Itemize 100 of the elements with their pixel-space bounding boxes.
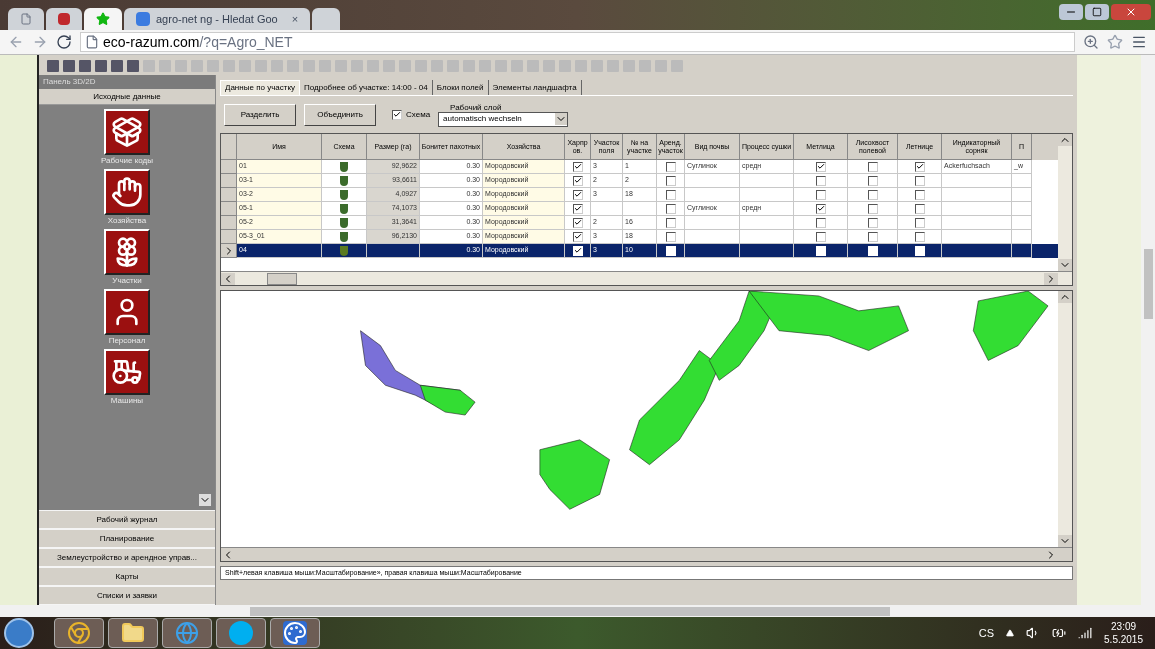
checkbox[interactable]: [815, 203, 826, 214]
checkbox[interactable]: [914, 175, 925, 186]
shield-icon: [340, 203, 348, 214]
checkbox[interactable]: [867, 161, 878, 172]
chat-app-icon: [229, 621, 253, 645]
globe-icon: [175, 621, 199, 645]
checkbox[interactable]: [867, 217, 878, 228]
checkbox[interactable]: [665, 203, 676, 214]
checkbox[interactable]: [572, 231, 583, 242]
taskbar-button[interactable]: [54, 618, 104, 648]
checkbox[interactable]: [665, 189, 676, 200]
checkbox[interactable]: [392, 109, 402, 120]
checkbox[interactable]: [867, 231, 878, 242]
layer-dropdown[interactable]: automatisch wechseln: [438, 111, 569, 127]
checkbox[interactable]: [867, 203, 878, 214]
menu-icon[interactable]: [1131, 34, 1147, 50]
scroll-down-icon[interactable]: [1058, 535, 1072, 547]
action-button[interactable]: Разделить: [224, 103, 296, 126]
sidebar-tile[interactable]: [104, 229, 150, 275]
scroll-down-icon[interactable]: [199, 494, 211, 506]
sidebar-tile[interactable]: [104, 349, 150, 395]
clock[interactable]: 23:09 5.5.2015: [1104, 620, 1143, 646]
browser-tab[interactable]: agro-net ng - Hledat Goo ×: [124, 8, 311, 30]
scroll-down-icon[interactable]: [1058, 259, 1072, 271]
section-header[interactable]: Планирование: [39, 529, 215, 548]
reload-icon[interactable]: [56, 34, 72, 50]
tile-label: Участки: [112, 275, 142, 287]
checkbox[interactable]: [914, 161, 925, 172]
checkbox[interactable]: [665, 161, 676, 172]
check-icon: [816, 162, 825, 171]
box-icon: [111, 116, 143, 148]
folder-icon: [121, 621, 145, 645]
sidebar-tile[interactable]: [104, 169, 150, 215]
taskbar-button[interactable]: [108, 618, 158, 648]
tab[interactable]: Данные по участку: [220, 80, 300, 95]
section-header[interactable]: Списки и заявки: [39, 586, 215, 605]
maximize-icon: [1092, 7, 1102, 17]
taskbar-button[interactable]: [270, 618, 320, 648]
checkbox[interactable]: [867, 189, 878, 200]
close-icon: [1125, 6, 1137, 18]
check-icon: [915, 162, 924, 171]
checkbox[interactable]: [914, 203, 925, 214]
browser-tab[interactable]: [312, 8, 341, 30]
shield-icon: [340, 161, 348, 172]
checkbox[interactable]: [572, 161, 583, 172]
zoom-icon[interactable]: [1083, 34, 1099, 50]
section-header[interactable]: Землеустройство и арендное управ...: [39, 548, 215, 567]
scroll-left-icon[interactable]: [221, 272, 235, 285]
checkbox[interactable]: [665, 231, 676, 242]
field-label: Рабочий слой: [450, 102, 503, 112]
horizontal-scrollbar[interactable]: [221, 547, 1072, 561]
checkbox[interactable]: [572, 189, 583, 200]
checkbox[interactable]: [815, 189, 826, 200]
maximize-button[interactable]: [1085, 4, 1109, 20]
signal-icon[interactable]: [1078, 626, 1093, 640]
page-horizontal-scrollbar[interactable]: [0, 605, 1155, 617]
start-button[interactable]: [4, 618, 34, 648]
checkbox[interactable]: [914, 231, 925, 242]
checkbox[interactable]: [914, 189, 925, 200]
section-header[interactable]: Рабочий журнал: [39, 510, 215, 529]
language-indicator[interactable]: CS: [978, 624, 995, 642]
checkbox[interactable]: [572, 175, 583, 186]
tile-label: Персонал: [108, 335, 146, 347]
checkbox[interactable]: [815, 231, 826, 242]
scroll-up-icon[interactable]: [1058, 134, 1072, 146]
minimize-button[interactable]: [1059, 4, 1083, 20]
checkbox-label: Схема: [406, 108, 431, 121]
vertical-scrollbar[interactable]: [1058, 291, 1072, 547]
shield-icon: [340, 175, 348, 186]
scroll-up-icon[interactable]: [1058, 291, 1072, 303]
checkbox[interactable]: [914, 217, 925, 228]
checkbox[interactable]: [665, 217, 676, 228]
battery-icon[interactable]: [1052, 626, 1067, 640]
horizontal-scrollbar[interactable]: [221, 271, 1072, 285]
tab-title: agro-net ng - Hledat Goo: [156, 11, 278, 27]
checkbox[interactable]: [815, 161, 826, 172]
section-header[interactable]: Карты: [39, 567, 215, 586]
page-scrollbar[interactable]: [1141, 55, 1155, 605]
checkbox[interactable]: [815, 175, 826, 186]
panel-title: Панель 3D/2D: [43, 76, 96, 88]
action-button[interactable]: Объединить: [304, 103, 376, 126]
shield-icon: [340, 189, 348, 200]
address-field[interactable]: eco-razum.com/?q=Agro_NET: [80, 32, 1075, 52]
checkbox[interactable]: [815, 217, 826, 228]
browser-tab[interactable]: [46, 8, 82, 30]
scrollbar-thumb[interactable]: [267, 272, 297, 285]
sidebar-tile[interactable]: [104, 109, 150, 155]
scroll-right-icon[interactable]: [1044, 272, 1058, 285]
checkbox[interactable]: [867, 175, 878, 186]
sidebar-tile[interactable]: [104, 289, 150, 335]
taskbar-button[interactable]: [216, 618, 266, 648]
taskbar-button[interactable]: [162, 618, 212, 648]
close-icon[interactable]: ×: [291, 10, 299, 28]
tray-arrow-icon[interactable]: [1006, 629, 1015, 637]
browser-icon: [67, 621, 91, 645]
checkbox[interactable]: [572, 203, 583, 214]
vertical-scrollbar[interactable]: [1058, 134, 1072, 271]
page-icon: [85, 35, 99, 49]
checkbox[interactable]: [665, 175, 676, 186]
checkbox[interactable]: [572, 217, 583, 228]
